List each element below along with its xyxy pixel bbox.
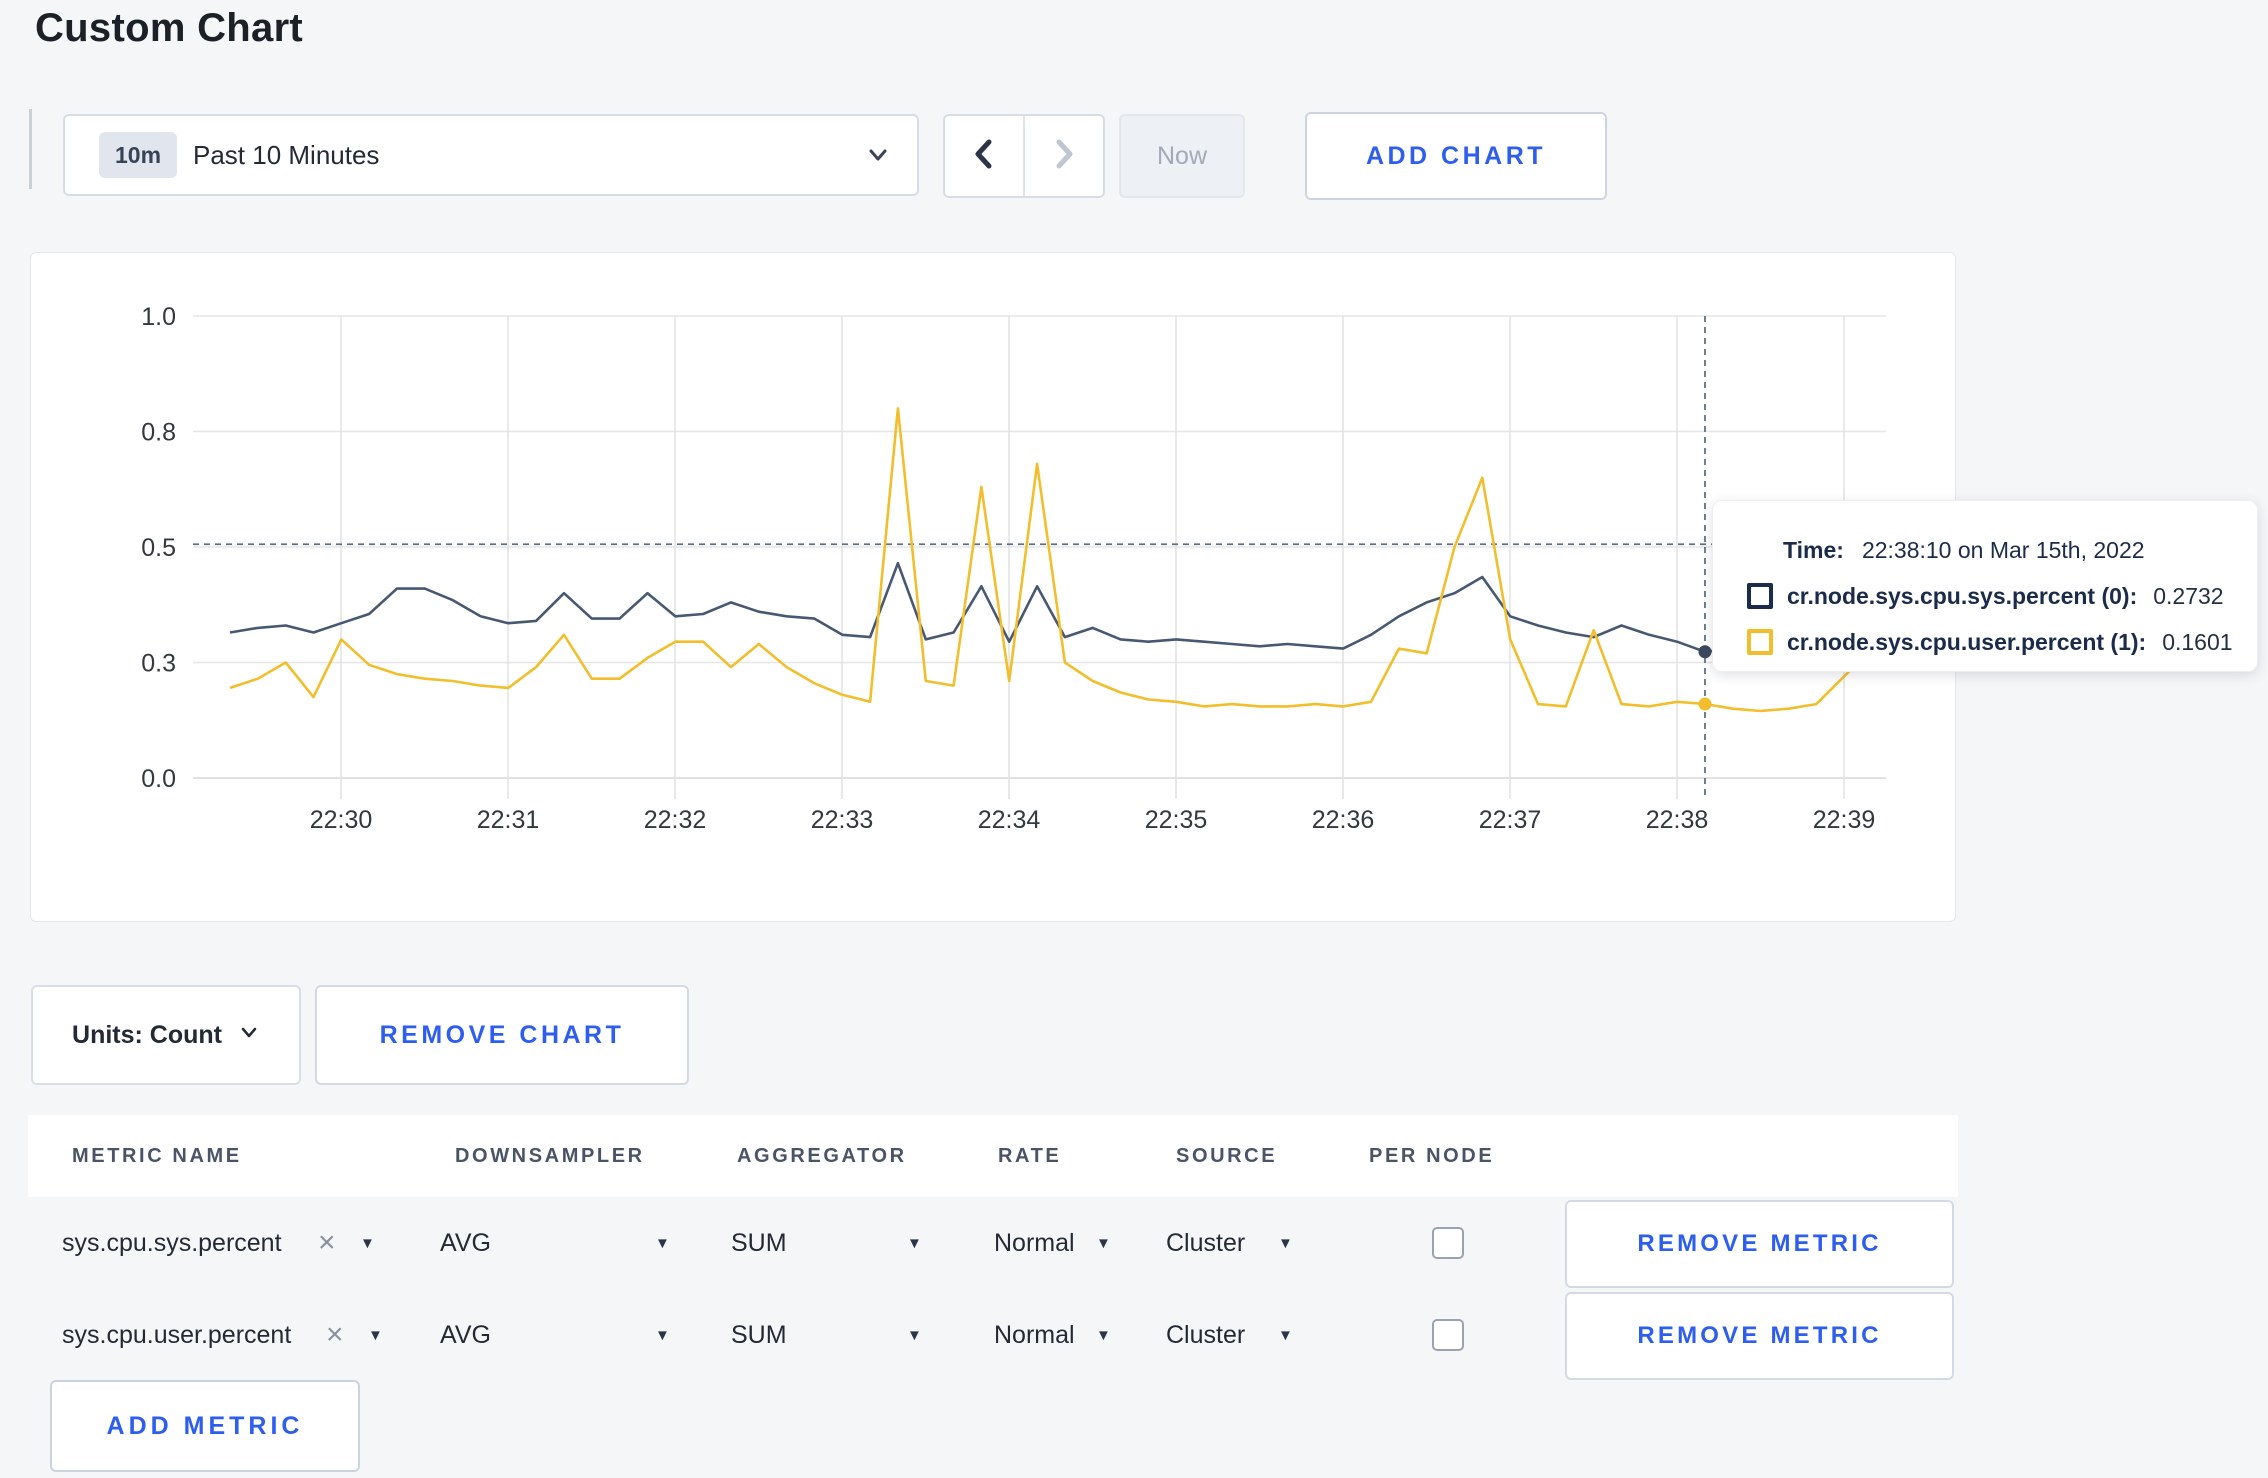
tooltip-series-row: cr.node.sys.cpu.user.percent (1): 0.1601 xyxy=(1747,619,2257,665)
y-axis-tick-label: 0.8 xyxy=(141,419,176,447)
clear-metric-icon[interactable]: × xyxy=(326,1289,344,1381)
units-select[interactable]: Units: Count xyxy=(31,985,301,1085)
per-node-checkbox[interactable] xyxy=(1432,1319,1464,1351)
aggregator-value[interactable]: SUM xyxy=(731,1197,787,1289)
source-caret-icon[interactable]: ▼ xyxy=(1278,1197,1293,1289)
x-axis-tick-label: 22:30 xyxy=(310,806,373,834)
chart-card[interactable]: 0.0 0.3 0.5 0.8 1.0 22:30 22:31 22:32 22:33 22:34… xyxy=(30,252,1956,922)
y-axis-tick-label: 0.0 xyxy=(141,765,176,793)
x-axis-tick-label: 22:32 xyxy=(644,806,707,834)
tooltip-time-row: Time: 22:38:10 on Mar 15th, 2022 xyxy=(1747,527,2257,573)
col-header-aggregator: AGGREGATOR xyxy=(737,1144,907,1167)
x-axis-tick-label: 22:34 xyxy=(978,806,1041,834)
per-node-cell xyxy=(1432,1289,1464,1381)
aggregator-caret-icon[interactable]: ▼ xyxy=(907,1197,922,1289)
chart-tooltip: Time: 22:38:10 on Mar 15th, 2022 cr.node… xyxy=(1712,500,2258,672)
col-header-downsampler: DOWNSAMPLER xyxy=(455,1144,645,1167)
rate-caret-icon[interactable]: ▼ xyxy=(1096,1289,1111,1381)
metric-name-caret-icon[interactable]: ▼ xyxy=(360,1197,375,1289)
series-line-1 xyxy=(229,407,1901,713)
time-range-label: Past 10 Minutes xyxy=(193,139,380,170)
downsampler-value[interactable]: AVG xyxy=(440,1197,491,1289)
rate-caret-icon[interactable]: ▼ xyxy=(1096,1197,1111,1289)
metric-name-value[interactable]: sys.cpu.user.percent xyxy=(62,1289,291,1381)
source-value[interactable]: Cluster xyxy=(1166,1197,1245,1289)
metric-name-caret-icon[interactable]: ▼ xyxy=(368,1289,383,1381)
next-time-button[interactable] xyxy=(1025,116,1103,196)
now-button[interactable]: Now xyxy=(1119,114,1245,198)
remove-metric-button[interactable]: REMOVE METRIC xyxy=(1565,1292,1954,1380)
tooltip-time-label: Time: xyxy=(1783,536,1844,563)
custom-chart-page: Custom Chart 10m Past 10 Minutes Now ADD… xyxy=(0,0,2268,1478)
add-chart-button[interactable]: ADD CHART xyxy=(1305,112,1607,200)
toolbar-divider xyxy=(29,109,32,189)
x-axis-tick-label: 22:33 xyxy=(811,806,874,834)
x-axis-tick-label: 22:38 xyxy=(1646,806,1709,834)
x-axis-tick-label: 22:31 xyxy=(477,806,540,834)
hover-point-dot-1 xyxy=(1698,697,1712,711)
rate-value[interactable]: Normal xyxy=(994,1289,1075,1381)
x-axis-tick-label: 22:37 xyxy=(1479,806,1542,834)
downsampler-caret-icon[interactable]: ▼ xyxy=(655,1197,670,1289)
metric-row: sys.cpu.sys.percent × ▼ AVG ▼ SUM ▼ Norm… xyxy=(30,1197,1954,1289)
x-axis-tick-label: 22:36 xyxy=(1312,806,1375,834)
y-axis-tick-label: 1.0 xyxy=(141,303,176,331)
metric-row: sys.cpu.user.percent × ▼ AVG ▼ SUM ▼ Nor… xyxy=(30,1289,1954,1381)
y-axis-tick-label: 0.5 xyxy=(141,534,176,562)
time-nav-group xyxy=(943,114,1105,198)
tooltip-series-name: cr.node.sys.cpu.user.percent (1): xyxy=(1787,628,2147,655)
source-value[interactable]: Cluster xyxy=(1166,1289,1245,1381)
tooltip-series-row: cr.node.sys.cpu.sys.percent (0): 0.2732 xyxy=(1747,573,2257,619)
time-range-badge: 10m xyxy=(99,132,178,178)
x-axis-tick-label: 22:39 xyxy=(1813,806,1876,834)
aggregator-caret-icon[interactable]: ▼ xyxy=(907,1289,922,1381)
aggregator-value[interactable]: SUM xyxy=(731,1289,787,1381)
source-caret-icon[interactable]: ▼ xyxy=(1278,1289,1293,1381)
downsampler-value[interactable]: AVG xyxy=(440,1289,491,1381)
col-header-metric-name: METRIC NAME xyxy=(72,1144,242,1167)
col-header-per-node: PER NODE xyxy=(1369,1144,1495,1167)
remove-chart-button[interactable]: REMOVE CHART xyxy=(315,985,689,1085)
units-label: Units: Count xyxy=(72,1020,222,1049)
page-title: Custom Chart xyxy=(35,6,304,50)
time-range-select[interactable]: 10m Past 10 Minutes xyxy=(63,114,919,196)
timeseries-chart: 0.0 0.3 0.5 0.8 1.0 22:30 22:31 22:32 22:33 22:34… xyxy=(141,303,1901,834)
tooltip-series-name: cr.node.sys.cpu.sys.percent (0): xyxy=(1787,582,2138,609)
tooltip-time-value: 22:38:10 on Mar 15th, 2022 xyxy=(1861,536,2145,563)
per-node-checkbox[interactable] xyxy=(1432,1227,1464,1259)
y-axis-tick-label: 0.3 xyxy=(141,650,176,678)
tooltip-series-value: 0.1601 xyxy=(2162,628,2233,655)
hover-point-dot-0 xyxy=(1698,645,1712,659)
series-line-0 xyxy=(229,561,1900,654)
downsampler-caret-icon[interactable]: ▼ xyxy=(655,1289,670,1381)
chevron-right-icon xyxy=(1047,134,1081,179)
chevron-down-icon xyxy=(863,140,893,175)
rate-value[interactable]: Normal xyxy=(994,1197,1075,1289)
clear-metric-icon[interactable]: × xyxy=(318,1197,336,1289)
series-sys-legend-swatch-icon xyxy=(1747,583,1773,609)
per-node-cell xyxy=(1432,1197,1464,1289)
x-axis-tick-label: 22:35 xyxy=(1145,806,1208,834)
add-metric-button[interactable]: ADD METRIC xyxy=(50,1380,360,1472)
remove-metric-button[interactable]: REMOVE METRIC xyxy=(1565,1200,1954,1288)
prev-time-button[interactable] xyxy=(945,116,1025,196)
col-header-rate: RATE xyxy=(998,1144,1062,1167)
metric-name-value[interactable]: sys.cpu.sys.percent xyxy=(62,1197,282,1289)
series-user-legend-swatch-icon xyxy=(1747,629,1773,655)
chevron-left-icon xyxy=(967,134,1001,179)
chevron-down-icon xyxy=(238,1021,260,1050)
metrics-table-header: METRIC NAME DOWNSAMPLER AGGREGATOR RATE … xyxy=(28,1115,1958,1197)
col-header-source: SOURCE xyxy=(1176,1144,1278,1167)
tooltip-series-value: 0.2732 xyxy=(2153,582,2224,609)
